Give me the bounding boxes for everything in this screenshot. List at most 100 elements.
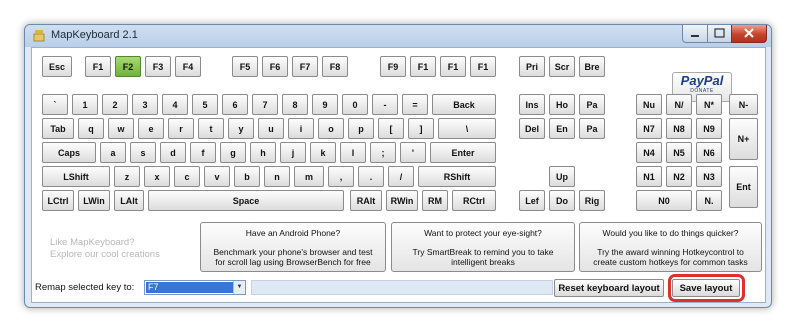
key-arrow-up[interactable]: Up xyxy=(549,166,575,187)
key-num-enter[interactable]: Ent xyxy=(729,166,758,208)
key-k[interactable]: k xyxy=(310,142,336,163)
key-y[interactable]: y xyxy=(228,118,254,139)
key-enter[interactable]: Enter xyxy=(430,142,496,163)
key-c[interactable]: c xyxy=(174,166,200,187)
key-num-decimal[interactable]: N. xyxy=(696,190,722,211)
key-a[interactable]: a xyxy=(100,142,126,163)
key-1[interactable]: 1 xyxy=(72,94,98,115)
key-num-0[interactable]: N0 xyxy=(636,190,692,211)
key-num-minus[interactable]: N- xyxy=(729,94,758,115)
chevron-down-icon[interactable]: ▼ xyxy=(233,281,245,294)
key-f7[interactable]: F7 xyxy=(292,56,318,77)
key-6[interactable]: 6 xyxy=(222,94,248,115)
key-left-ctrl[interactable]: LCtrl xyxy=(42,190,74,211)
key-num-3[interactable]: N3 xyxy=(696,166,722,187)
key-slash[interactable]: / xyxy=(388,166,414,187)
key-z[interactable]: z xyxy=(114,166,140,187)
key-esc[interactable]: Esc xyxy=(42,56,72,77)
key-g[interactable]: g xyxy=(220,142,246,163)
key-2[interactable]: 2 xyxy=(102,94,128,115)
key-h[interactable]: h xyxy=(250,142,276,163)
key-backspace[interactable]: Back xyxy=(432,94,496,115)
key-num-plus[interactable]: N+ xyxy=(729,118,758,160)
key-num-divide[interactable]: N/ xyxy=(666,94,692,115)
key-num-9[interactable]: N9 xyxy=(696,118,722,139)
key-num-multiply[interactable]: N* xyxy=(696,94,722,115)
key-m[interactable]: m xyxy=(294,166,324,187)
key-delete[interactable]: Del xyxy=(519,118,545,139)
key-0[interactable]: 0 xyxy=(342,94,368,115)
key-menu[interactable]: RM xyxy=(422,190,448,211)
key-f2[interactable]: F2 xyxy=(115,56,141,77)
key-3[interactable]: 3 xyxy=(132,94,158,115)
key-insert[interactable]: Ins xyxy=(519,94,545,115)
key-j[interactable]: j xyxy=(280,142,306,163)
promo-smartbreak[interactable]: Want to protect your eye-sight? Try Smar… xyxy=(391,222,575,272)
key-f9[interactable]: F9 xyxy=(380,56,406,77)
key-n[interactable]: n xyxy=(264,166,290,187)
key-e[interactable]: e xyxy=(138,118,164,139)
minimize-button[interactable] xyxy=(682,25,708,43)
key-q[interactable]: q xyxy=(78,118,104,139)
key-right-win[interactable]: RWin xyxy=(386,190,418,211)
key-caps-lock[interactable]: Caps xyxy=(42,142,96,163)
maximize-button[interactable] xyxy=(707,25,732,43)
remap-key-select[interactable]: F7 ▼ xyxy=(144,280,246,295)
key-arrow-down[interactable]: Do xyxy=(549,190,575,211)
key-b[interactable]: b xyxy=(234,166,260,187)
key-arrow-right[interactable]: Rig xyxy=(579,190,605,211)
close-button[interactable] xyxy=(731,25,767,43)
key-d[interactable]: d xyxy=(160,142,186,163)
key-r[interactable]: r xyxy=(168,118,194,139)
key-tab[interactable]: Tab xyxy=(42,118,74,139)
promo-browserbench[interactable]: Have an Android Phone? Benchmark your ph… xyxy=(200,222,386,272)
key-equals[interactable]: = xyxy=(402,94,428,115)
key-comma[interactable]: , xyxy=(328,166,354,187)
key-right-shift[interactable]: RShift xyxy=(418,166,496,187)
key-5[interactable]: 5 xyxy=(192,94,218,115)
key-i[interactable]: i xyxy=(288,118,314,139)
key-9[interactable]: 9 xyxy=(312,94,338,115)
key-s[interactable]: s xyxy=(130,142,156,163)
key-backtick[interactable]: ` xyxy=(42,94,68,115)
key-f[interactable]: f xyxy=(190,142,216,163)
key-left-bracket[interactable]: [ xyxy=(378,118,404,139)
key-f6[interactable]: F6 xyxy=(262,56,288,77)
key-w[interactable]: w xyxy=(108,118,134,139)
reset-keyboard-layout-button[interactable]: Reset keyboard layout xyxy=(554,279,664,297)
key-end[interactable]: En xyxy=(549,118,575,139)
key-minus[interactable]: - xyxy=(372,94,398,115)
key-arrow-left[interactable]: Lef xyxy=(519,190,545,211)
key-t[interactable]: t xyxy=(198,118,224,139)
key-num-2[interactable]: N2 xyxy=(666,166,692,187)
key-right-bracket[interactable]: ] xyxy=(408,118,434,139)
key-num-6[interactable]: N6 xyxy=(696,142,722,163)
key-break[interactable]: Bre xyxy=(579,56,605,77)
key-o[interactable]: o xyxy=(318,118,344,139)
key-4[interactable]: 4 xyxy=(162,94,188,115)
key-num-8[interactable]: N8 xyxy=(666,118,692,139)
key-f3[interactable]: F3 xyxy=(145,56,171,77)
key-f8[interactable]: F8 xyxy=(322,56,348,77)
key-page-up[interactable]: Pa xyxy=(579,94,605,115)
key-numlock[interactable]: Nu xyxy=(636,94,662,115)
key-num-7[interactable]: N7 xyxy=(636,118,662,139)
key-v[interactable]: v xyxy=(204,166,230,187)
key-scroll-lock[interactable]: Scr xyxy=(549,56,575,77)
key-backslash[interactable]: \ xyxy=(438,118,496,139)
key-p[interactable]: p xyxy=(348,118,374,139)
key-u[interactable]: u xyxy=(258,118,284,139)
key-right-ctrl[interactable]: RCtrl xyxy=(452,190,496,211)
key-left-alt[interactable]: LAlt xyxy=(114,190,144,211)
key-f11[interactable]: F1 xyxy=(440,56,466,77)
key-print-screen[interactable]: Pri xyxy=(519,56,545,77)
key-l[interactable]: l xyxy=(340,142,366,163)
key-home[interactable]: Ho xyxy=(549,94,575,115)
key-7[interactable]: 7 xyxy=(252,94,278,115)
key-semicolon[interactable]: ; xyxy=(370,142,396,163)
key-page-down[interactable]: Pa xyxy=(579,118,605,139)
key-space[interactable]: Space xyxy=(148,190,344,211)
key-period[interactable]: . xyxy=(358,166,384,187)
key-x[interactable]: x xyxy=(144,166,170,187)
key-right-alt[interactable]: RAlt xyxy=(350,190,382,211)
